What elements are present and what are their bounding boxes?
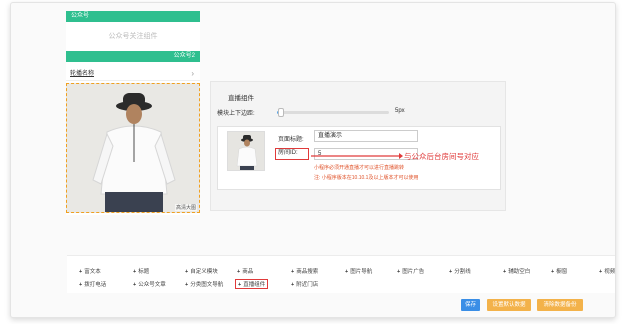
margin-slider-handle[interactable] — [278, 108, 285, 117]
person-thumbnail — [228, 132, 264, 170]
follow-account-component[interactable]: 公众号关注组件 — [66, 26, 200, 48]
thumbnail-image[interactable] — [227, 131, 265, 171]
room-id-label: 房间ID: — [275, 148, 309, 160]
page-title-label: 页面标题: — [278, 137, 304, 143]
tool-divider[interactable]: + 分割线 — [449, 267, 471, 275]
tool-title[interactable]: + 标题 — [133, 267, 149, 275]
phone-preview: 公众号 公众号关注组件 公众号2 轮播名称 › 高清大图 — [66, 11, 200, 215]
margin-label: 模块上下边距: — [217, 111, 255, 117]
live-component-settings-panel: 直播组件 模块上下边距: 5px 页面标题: 直播演示 房间ID: 5 小程序必… — [210, 81, 506, 211]
tool-live-component[interactable]: + 直播组件 — [235, 279, 269, 289]
tool-rich-text[interactable]: + 富文本 — [79, 267, 101, 275]
tool-spacer[interactable]: + 辅助空白 — [503, 267, 530, 275]
tool-phone-call[interactable]: + 拨打电话 — [79, 280, 106, 288]
account-bar-2[interactable]: 公众号2 — [66, 51, 200, 62]
editor-window: 公众号 公众号关注组件 公众号2 轮播名称 › 高清大图 直播组件 模块上下边距… — [10, 2, 616, 318]
set-default-data-button[interactable]: 设置默认数据 — [487, 299, 531, 311]
annotation-arrow — [311, 153, 403, 159]
margin-slider[interactable] — [277, 108, 389, 117]
hint-line-2: 注: 小程序版本在10.10.1及以上版本才可以使用 — [314, 175, 419, 181]
component-toolbar: + 富文本 + 标题 + 自定义模块 + 商品 + 商品搜索 + 图片导航 + 图片广告 + 分… — [67, 255, 615, 293]
person-photo — [67, 84, 199, 212]
tool-category-nav[interactable]: + 分类图文导航 — [185, 280, 223, 288]
margin-value: 5px — [395, 108, 405, 114]
tool-showcase[interactable]: + 橱窗 — [551, 267, 567, 275]
hint-line-1: 小程序必须开通直播才可以进行直播跳转 — [314, 165, 405, 171]
tool-nearby-stores[interactable]: + 附近门店 — [291, 280, 318, 288]
carousel-nav-row[interactable]: 轮播名称 › — [66, 67, 200, 81]
photo-tag: 高清大图 — [174, 204, 197, 211]
tool-product-search[interactable]: + 商品搜索 — [291, 267, 318, 275]
tool-product[interactable]: + 商品 — [237, 267, 253, 275]
chevron-right-icon: › — [191, 69, 194, 78]
save-button[interactable]: 保存 — [461, 299, 480, 311]
panel-title: 直播组件 — [228, 95, 254, 102]
carousel-name: 轮播名称 — [70, 71, 95, 77]
tool-image-ad[interactable]: + 图片广告 — [397, 267, 424, 275]
annotation-text: 与公众后台房间号对应 — [404, 152, 479, 161]
live-stream-preview-image[interactable]: 高清大图 — [66, 83, 200, 213]
page-title-input[interactable]: 直播演示 — [314, 130, 418, 142]
tool-image-nav[interactable]: + 图片导航 — [345, 267, 372, 275]
tool-custom-module[interactable]: + 自定义模块 — [185, 267, 218, 275]
account-bar[interactable]: 公众号 — [66, 11, 200, 22]
tool-official-article[interactable]: + 公众号文章 — [133, 280, 166, 288]
tool-video[interactable]: + 视频 — [599, 267, 615, 275]
clear-backup-button[interactable]: 清除数据备份 — [537, 299, 583, 311]
